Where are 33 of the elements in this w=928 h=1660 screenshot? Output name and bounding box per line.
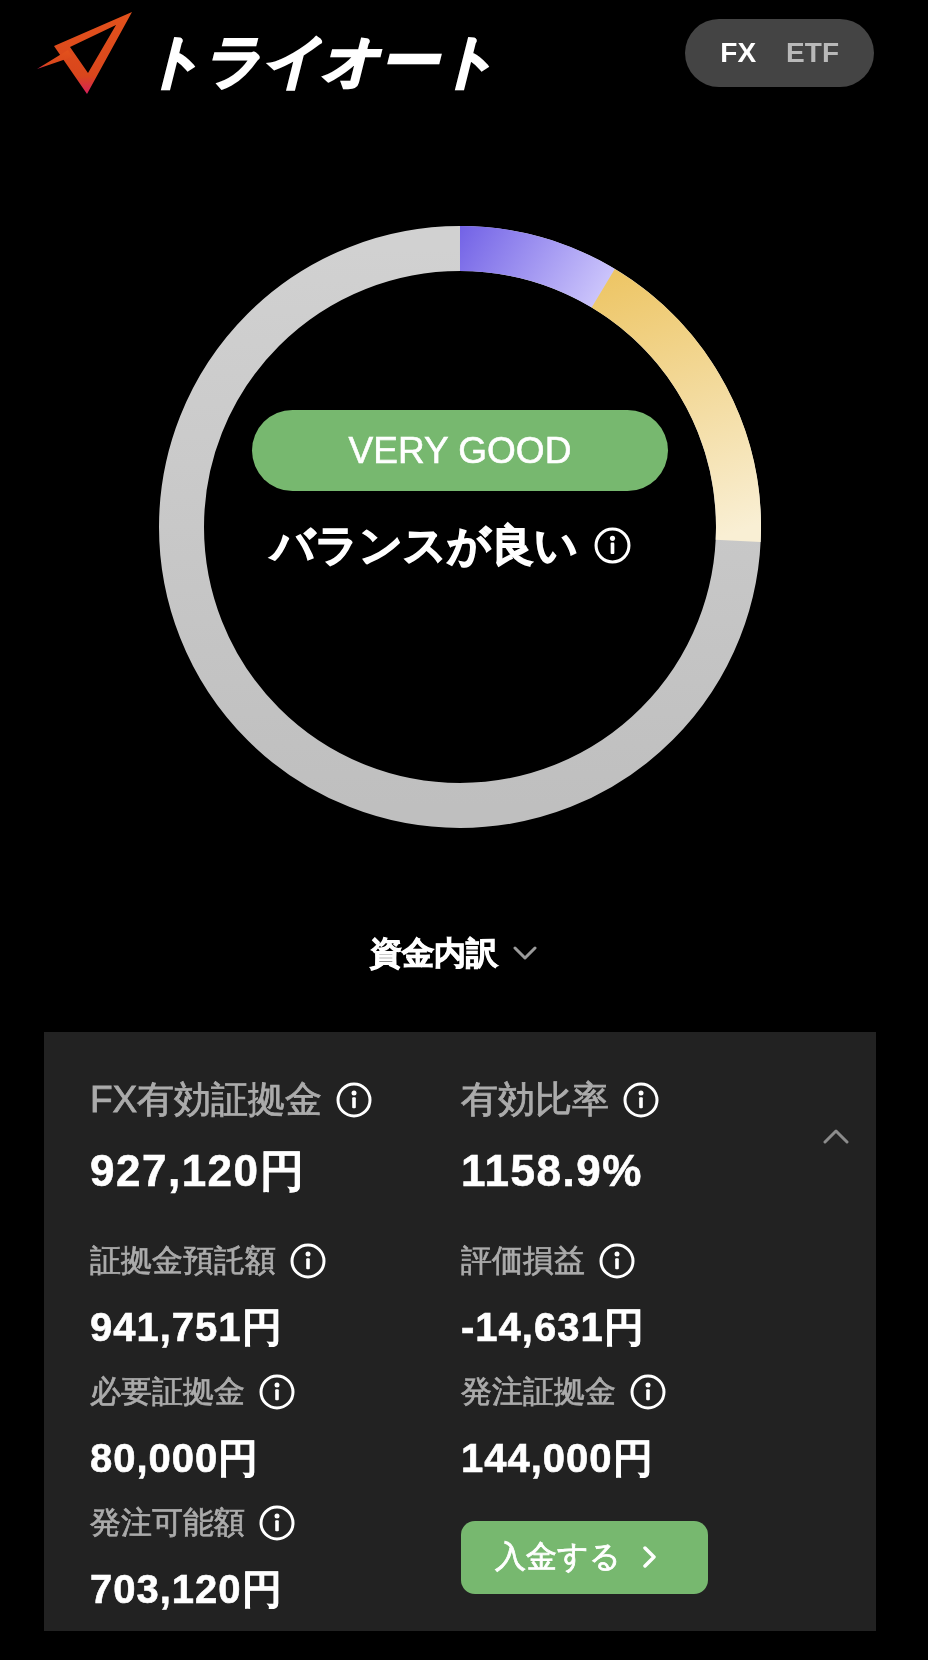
- info-icon[interactable]: [336, 1082, 373, 1118]
- metric-label: 発注可能額: [90, 1504, 245, 1542]
- info-icon[interactable]: [623, 1082, 659, 1118]
- metric-label: 評価損益: [461, 1242, 585, 1280]
- metric-value: -14,631円: [461, 1304, 646, 1351]
- info-icon[interactable]: [630, 1374, 666, 1410]
- metric-value: 1158.9%: [461, 1145, 644, 1197]
- metric-value: 927,120円: [90, 1145, 307, 1197]
- metric-label: FX有効証拠金: [90, 1078, 323, 1122]
- info-icon[interactable]: [290, 1243, 326, 1279]
- metric-value: 703,120円: [90, 1566, 284, 1613]
- logo-wordmark: トライオート: [144, 29, 497, 92]
- chevron-down-icon: [512, 946, 537, 960]
- chevron-up-icon[interactable]: [823, 1128, 849, 1144]
- metric-label: 発注証拠金: [461, 1373, 616, 1411]
- metric-label: 必要証拠金: [90, 1373, 245, 1411]
- logo-icon: [37, 11, 132, 94]
- balance-status: バランスが良い: [271, 520, 578, 570]
- info-icon[interactable]: [599, 1243, 635, 1279]
- rating-badge: VERY GOOD: [252, 410, 668, 491]
- info-icon[interactable]: [259, 1374, 295, 1410]
- breakdown-toggle[interactable]: 資金内訳: [369, 931, 537, 975]
- market-switch[interactable]: FX ETF: [685, 18, 874, 87]
- metric-label: 有効比率: [461, 1078, 609, 1122]
- metric-value: 144,000円: [461, 1435, 655, 1482]
- market-tab[interactable]: FX: [720, 35, 757, 70]
- metric-label: 証拠金預託額: [90, 1242, 276, 1280]
- chevron-right-icon: [643, 1546, 657, 1568]
- metric-value: 941,751円: [90, 1304, 284, 1351]
- info-icon[interactable]: [594, 526, 631, 564]
- metric-value: 80,000円: [90, 1435, 261, 1482]
- info-icon[interactable]: [259, 1505, 295, 1541]
- market-tab[interactable]: ETF: [786, 35, 839, 70]
